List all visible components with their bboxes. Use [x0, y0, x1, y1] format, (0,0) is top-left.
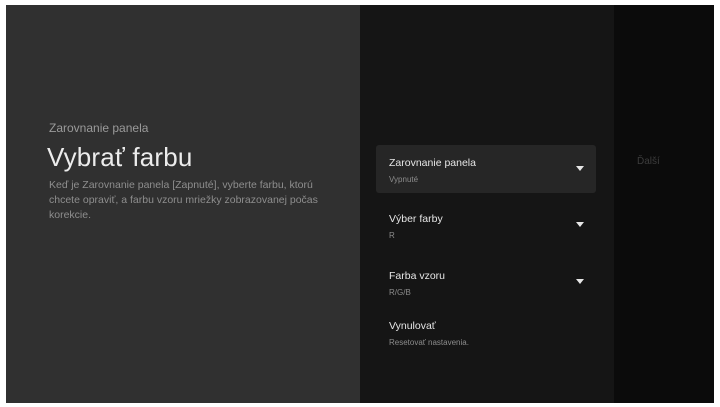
- dropdown-caret-icon: [576, 166, 584, 171]
- next-label: Ďalší: [637, 156, 660, 167]
- setting-label: Farba vzoru: [389, 270, 446, 282]
- setting-label: Vynulovať: [389, 320, 436, 332]
- dropdown-caret-icon: [576, 279, 584, 284]
- setting-value: Resetovať nastavenia.: [389, 338, 469, 347]
- dropdown-caret-icon: [576, 222, 584, 227]
- setting-color-selection[interactable]: Výber farby R: [376, 201, 596, 249]
- page-description: Keď je Zarovnanie panela [Zapnuté], vybe…: [49, 179, 318, 221]
- setting-value: Vypnuté: [389, 175, 419, 184]
- info-panel: Zarovnanie panela Vybrať farbu Keď je Za…: [6, 5, 360, 403]
- setting-pattern-color[interactable]: Farba vzoru R/G/B: [376, 258, 596, 306]
- page-title: Vybrať farbu: [47, 142, 193, 172]
- setting-value: R/G/B: [389, 288, 411, 297]
- setting-value: R: [389, 231, 395, 240]
- setting-label: Zarovnanie panela: [389, 157, 476, 169]
- setting-label: Výber farby: [389, 213, 443, 225]
- setting-panel-alignment[interactable]: Zarovnanie panela Vypnuté: [376, 145, 596, 193]
- next-panel: Ďalší: [614, 5, 714, 403]
- tv-settings-screen: Zarovnanie panela Vybrať farbu Keď je Za…: [6, 5, 714, 403]
- breadcrumb: Zarovnanie panela: [49, 121, 149, 135]
- settings-list: Zarovnanie panela Vypnuté Výber farby R …: [360, 5, 614, 403]
- setting-reset[interactable]: Vynulovať Resetovať nastavenia.: [376, 308, 596, 356]
